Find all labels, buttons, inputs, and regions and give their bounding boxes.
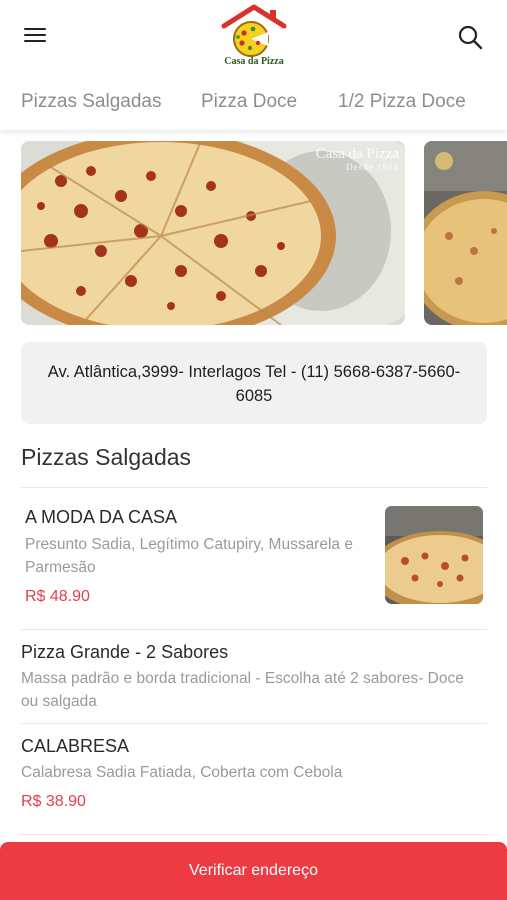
- divider: [21, 723, 487, 724]
- item-name: A MODA DA CASA: [25, 507, 178, 527]
- address-text: Av. Atlântica,3999- Interlagos Tel - (11…: [47, 363, 461, 405]
- pizza-photo: [424, 141, 507, 325]
- item-name: Pizza Grande - 2 Sabores: [21, 642, 229, 662]
- item-name: CALABRESA: [21, 736, 130, 756]
- item-price: R$ 48.90: [25, 588, 90, 605]
- tab-pizza-doce[interactable]: Pizza Doce: [201, 91, 297, 113]
- verify-address-button[interactable]: Verificar endereço: [0, 842, 507, 900]
- top-bar: Casa da Pizza: [0, 0, 507, 78]
- item-description: Massa padrão e borda tradicional - Escol…: [21, 670, 464, 710]
- banner-image[interactable]: Casa da Pizza Desde 1998: [21, 141, 405, 325]
- section-title: Pizzas Salgadas: [21, 444, 192, 470]
- hamburger-menu-icon[interactable]: [22, 24, 48, 48]
- logo-house-pizza-icon: [221, 4, 287, 57]
- item-description: Calabresa Sadia Fatiada, Coberta com Ceb…: [21, 764, 343, 781]
- category-tabs: Pizzas Salgadas Pizza Doce 1/2 Pizza Doc…: [0, 78, 507, 130]
- item-description: Presunto Sadia, Legítimo Catupiry, Mussa…: [25, 536, 353, 576]
- logo: Casa da Pizza: [218, 4, 290, 72]
- divider: [21, 629, 487, 630]
- logo-text: Casa da Pizza: [224, 56, 284, 67]
- divider: [21, 487, 487, 488]
- search-icon[interactable]: [457, 24, 483, 50]
- banner-image[interactable]: [424, 141, 507, 325]
- tab-meia-pizza-doce[interactable]: 1/2 Pizza Doce: [338, 91, 466, 113]
- item-thumbnail: [385, 506, 483, 604]
- tab-pizzas-salgadas[interactable]: Pizzas Salgadas: [21, 91, 161, 113]
- item-price: R$ 38.90: [21, 793, 86, 810]
- divider: [21, 834, 487, 835]
- address-card: Av. Atlântica,3999- Interlagos Tel - (11…: [21, 342, 487, 424]
- banner-brand: Casa da Pizza Desde 1998: [315, 146, 399, 172]
